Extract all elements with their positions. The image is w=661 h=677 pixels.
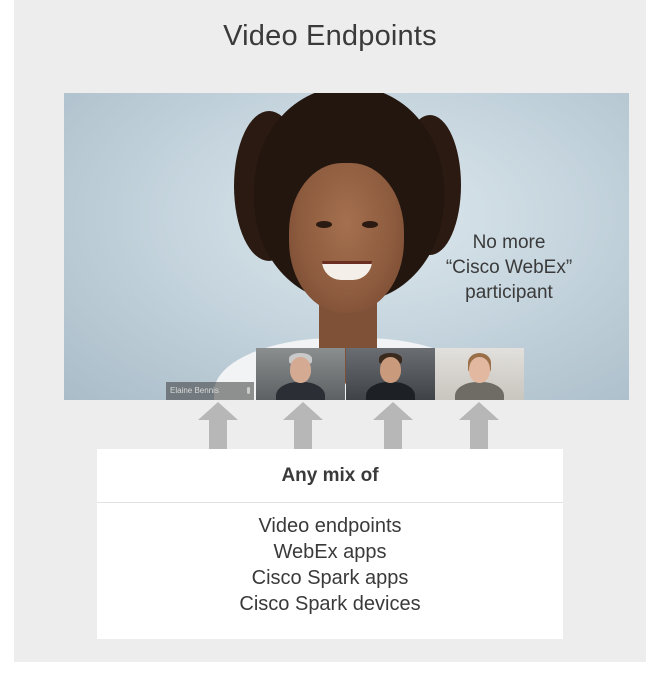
video-call-frame: No more “Cisco WebEx” participant Elaine… bbox=[64, 93, 629, 400]
up-arrow-icon bbox=[198, 402, 238, 450]
list-item: WebEx apps bbox=[273, 541, 387, 563]
caption-line: “Cisco WebEx” bbox=[445, 257, 573, 278]
up-arrow-icon bbox=[459, 402, 499, 450]
video-caption: No more “Cisco WebEx” participant bbox=[434, 230, 584, 305]
caption-line: participant bbox=[465, 282, 553, 303]
endpoint-list: Video endpoints WebEx apps Cisco Spark a… bbox=[97, 503, 563, 617]
any-mix-box: Any mix of Video endpoints WebEx apps Ci… bbox=[97, 449, 563, 639]
participant-thumbnail[interactable] bbox=[435, 348, 524, 400]
up-arrow-icon bbox=[283, 402, 323, 450]
up-arrow-icon bbox=[373, 402, 413, 450]
participant-thumbnail[interactable] bbox=[256, 348, 345, 400]
list-item: Cisco Spark apps bbox=[251, 567, 409, 589]
list-item: Cisco Spark devices bbox=[239, 593, 421, 615]
slide-title: Video Endpoints bbox=[223, 20, 437, 52]
caption-line: No more bbox=[472, 232, 546, 253]
participant-thumbnail[interactable] bbox=[346, 348, 435, 400]
participant-name-bar: Elaine Bennis bbox=[166, 382, 254, 400]
list-item: Video endpoints bbox=[258, 515, 402, 537]
box-heading: Any mix of bbox=[97, 449, 563, 503]
microphone-icon bbox=[247, 387, 250, 394]
participant-name: Elaine Bennis bbox=[170, 386, 219, 395]
slide-panel: Video Endpoints No more “Cisco WebEx” pa… bbox=[14, 0, 646, 662]
